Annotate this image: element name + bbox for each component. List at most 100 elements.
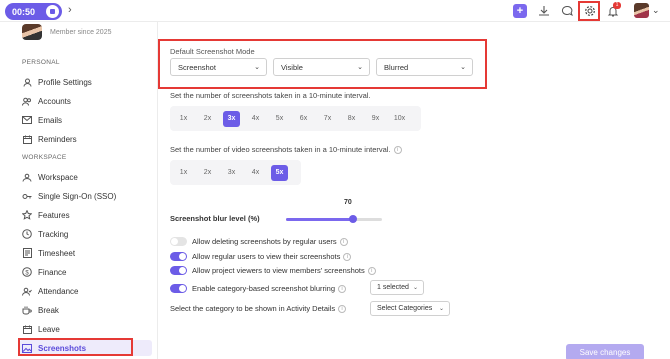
profile-avatar (22, 24, 42, 40)
video-option[interactable]: 3x (223, 165, 240, 181)
plus-icon[interactable]: + (513, 4, 527, 18)
video-option[interactable]: 5x (271, 164, 288, 181)
sidebar-item-label: Single Sign-On (SSO) (38, 191, 117, 201)
visibility-select[interactable]: Visible ⌄ (273, 58, 370, 76)
toggle-label: Allow project viewers to view members' s… (192, 266, 365, 275)
toggle-row-project-viewers: Allow project viewers to view members' s… (170, 266, 376, 275)
video-option[interactable]: 4x (247, 165, 264, 181)
accounts-icon (22, 96, 32, 106)
toggle-row-delete: Allow deleting screenshots by regular us… (170, 237, 348, 246)
blur-level-slider[interactable] (286, 215, 382, 223)
screenshot-option[interactable]: 1x (175, 111, 192, 127)
user-settings-icon (22, 77, 32, 87)
stop-icon[interactable] (46, 5, 59, 18)
info-icon[interactable]: i (338, 304, 347, 313)
sidebar-item-accounts[interactable]: Accounts (22, 93, 150, 109)
gear-icon[interactable] (583, 4, 597, 18)
toggle-switch[interactable] (170, 252, 187, 261)
video-count-question-text: Set the number of video screenshots take… (170, 145, 391, 154)
category-activity-label: Select the category to be shown in Activ… (170, 304, 336, 313)
info-icon[interactable]: i (339, 237, 348, 246)
toggle-switch[interactable] (170, 284, 187, 293)
sidebar-item-workspace[interactable]: Workspace (22, 169, 150, 185)
screenshot-option[interactable]: 3x (223, 110, 240, 127)
main-content: Default Screenshot Mode Screenshot ⌄ Vis… (158, 22, 670, 359)
select-value: Visible (281, 62, 303, 72)
sidebar-item-label: Finance (38, 267, 67, 277)
slider-fill (286, 218, 353, 221)
chevron-down-icon: ⌄ (438, 306, 444, 312)
toggle-switch[interactable] (170, 237, 187, 246)
info-icon[interactable]: i (343, 252, 352, 261)
sidebar-item-features[interactable]: Features (22, 207, 150, 223)
chevron-down-icon: ⌄ (254, 64, 260, 71)
blur-level-value: 70 (344, 199, 352, 206)
download-icon[interactable] (537, 4, 551, 18)
sidebar-item-label: Tracking (38, 229, 69, 239)
clock-icon (22, 229, 32, 239)
chevron-down-icon[interactable]: ⌄ (652, 5, 660, 16)
category-activity-select[interactable]: Select Categories ⌄ (370, 301, 450, 316)
screenshot-option[interactable]: 10x (391, 111, 408, 127)
sidebar-item-tracking[interactable]: Tracking (22, 226, 150, 242)
sidebar-item-timesheet[interactable]: Timesheet (22, 245, 150, 261)
blur-level-label: Screenshot blur level (%) (170, 214, 260, 223)
video-option[interactable]: 1x (175, 165, 192, 181)
sidebar-item-label: Features (38, 210, 70, 220)
section-workspace: WORKSPACE (22, 154, 67, 161)
screenshot-option[interactable]: 2x (199, 111, 216, 127)
default-mode-label: Default Screenshot Mode (170, 47, 255, 56)
sidebar-item-sso[interactable]: Single Sign-On (SSO) (22, 188, 150, 204)
save-changes-button[interactable]: Save changes (566, 344, 644, 359)
sidebar-item-label: Break (38, 305, 59, 315)
screenshot-option[interactable]: 9x (367, 111, 384, 127)
screenshot-type-select[interactable]: Screenshot ⌄ (170, 58, 267, 76)
coffee-icon (22, 305, 32, 315)
toggle-label: Allow regular users to view their screen… (192, 252, 341, 261)
sidebar-item-leave[interactable]: Leave (22, 321, 150, 337)
sidebar-item-label: Reminders (38, 134, 77, 144)
info-icon[interactable]: i (338, 284, 347, 293)
timesheet-icon (22, 248, 32, 258)
workspace-icon (22, 172, 32, 182)
sidebar-item-attendance[interactable]: Attendance (22, 283, 150, 299)
info-icon[interactable]: i (367, 266, 376, 275)
toggle-row-view-own: Allow regular users to view their screen… (170, 252, 352, 261)
screenshot-option[interactable]: 8x (343, 111, 360, 127)
sidebar-item-finance[interactable]: $ Finance (22, 264, 150, 280)
info-icon[interactable]: i (393, 146, 402, 155)
timer-value: 00:50 (12, 6, 36, 17)
screenshot-option[interactable]: 6x (295, 111, 312, 127)
avatar[interactable] (634, 3, 649, 18)
toggle-row-category-blur: Enable category-based screenshot blurrin… (170, 284, 347, 293)
sidebar-item-label: Workspace (38, 172, 78, 182)
toggle-switch[interactable] (170, 266, 187, 275)
key-icon (22, 191, 32, 201)
screenshot-option[interactable]: 7x (319, 111, 336, 127)
slider-thumb[interactable] (349, 215, 357, 223)
screenshot-option[interactable]: 4x (247, 111, 264, 127)
sidebar-item-break[interactable]: Break (22, 302, 150, 318)
dollar-icon: $ (22, 267, 32, 277)
chevron-down-icon: ⌄ (412, 285, 418, 291)
sidebar-item-profile-settings[interactable]: Profile Settings (22, 74, 150, 90)
video-option[interactable]: 2x (199, 165, 216, 181)
toggle-label: Allow deleting screenshots by regular us… (192, 237, 337, 246)
screenshot-count-question: Set the number of screenshots taken in a… (170, 91, 371, 100)
sidebar-item-reminders[interactable]: Reminders (22, 131, 150, 147)
sidebar-item-label: Attendance (38, 286, 79, 296)
blur-mode-select[interactable]: Blurred ⌄ (376, 58, 473, 76)
top-bar: 00:50 › + 1 ⌄ (0, 0, 670, 22)
mail-icon (22, 115, 32, 125)
screenshot-option[interactable]: 5x (271, 111, 288, 127)
chat-icon[interactable] (560, 4, 574, 18)
screenshots-highlight (18, 338, 133, 356)
notification-badge: 1 (613, 2, 621, 9)
sidebar-item-emails[interactable]: Emails (22, 112, 150, 128)
video-count-question: Set the number of video screenshots take… (170, 145, 402, 155)
sidebar: Member since 2025 PERSONAL Profile Setti… (0, 22, 158, 359)
timer-button[interactable]: 00:50 (5, 3, 62, 20)
category-blur-select[interactable]: 1 selected ⌄ (370, 280, 424, 295)
section-personal: PERSONAL (22, 59, 60, 66)
chevron-right-icon[interactable]: › (68, 4, 72, 16)
